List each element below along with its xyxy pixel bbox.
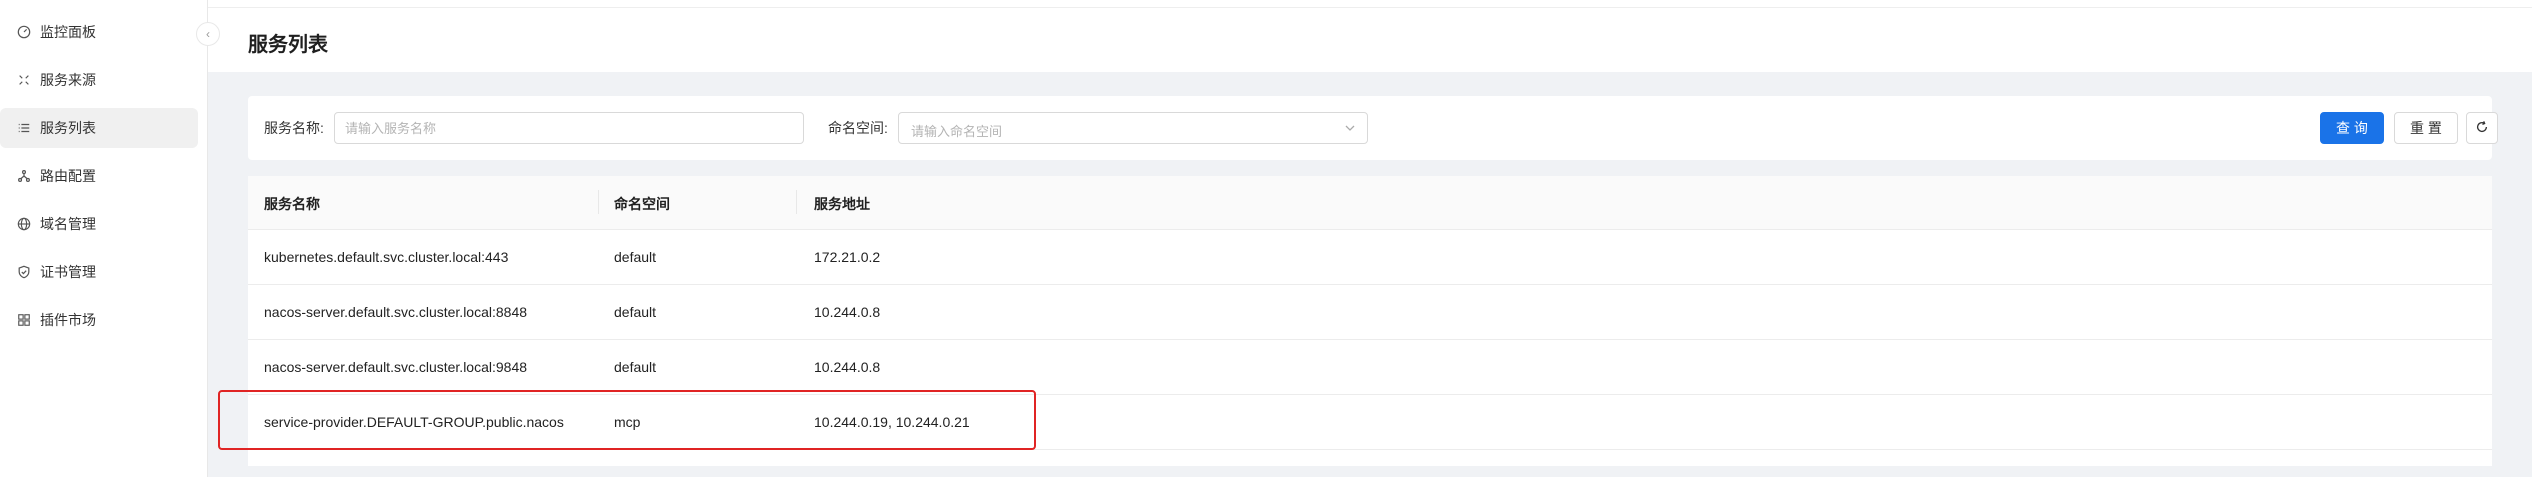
table-header: 服务名称 命名空间 服务地址: [248, 176, 2492, 230]
sidebar-item-service-list[interactable]: 服务列表: [0, 108, 198, 148]
service-name-input[interactable]: [334, 112, 804, 144]
cell-service-address: 10.244.0.19, 10.244.0.21: [814, 414, 970, 430]
column-header-namespace: 命名空间: [614, 196, 670, 212]
page-title: 服务列表: [248, 34, 328, 56]
query-button[interactable]: 查 询: [2320, 112, 2384, 144]
sidebar-item-label: 插件市场: [40, 312, 96, 328]
table-row: nacos-server.default.svc.cluster.local:9…: [248, 340, 2492, 395]
sidebar-item-plugin-market[interactable]: 插件市场: [0, 300, 198, 340]
shield-icon: [16, 264, 32, 280]
cell-namespace: default: [614, 359, 657, 375]
sidebar-item-label: 证书管理: [40, 264, 96, 280]
sidebar-item-label: 域名管理: [40, 216, 96, 232]
sidebar-item-label: 监控面板: [40, 24, 96, 40]
cell-service-name: kubernetes.default.svc.cluster.local:443: [264, 249, 509, 265]
service-table: 服务名称 命名空间 服务地址 kubernetes.default.svc.cl…: [248, 176, 2492, 466]
namespace-label: 命名空间:: [828, 120, 888, 136]
filter-bar: 服务名称: 命名空间: 请输入命名空间 查 询 重 置: [248, 96, 2498, 160]
cell-namespace: default: [614, 304, 657, 320]
column-divider: [796, 190, 797, 214]
cell-service-address: 10.244.0.8: [814, 359, 881, 375]
cell-service-name: service-provider.DEFAULT-GROUP.public.na…: [264, 414, 564, 430]
sidebar-item-label: 服务列表: [40, 120, 96, 136]
list-icon: [16, 120, 32, 136]
namespace-placeholder: 请输入命名空间: [911, 124, 1003, 139]
column-divider: [598, 190, 599, 214]
expand-arrows-icon: [16, 72, 32, 88]
sidebar-item-service-source[interactable]: 服务来源: [0, 60, 198, 100]
globe-icon: [16, 216, 32, 232]
sidebar-item-label: 路由配置: [40, 168, 96, 184]
sidebar: 监控面板 服务来源 服务列表 路由配置 域名管理 证书管理 插件市场: [0, 0, 208, 477]
cell-service-address: 172.21.0.2: [814, 249, 881, 265]
reset-button[interactable]: 重 置: [2394, 112, 2458, 144]
cell-service-name: nacos-server.default.svc.cluster.local:9…: [264, 359, 528, 375]
sidebar-item-certificate-management[interactable]: 证书管理: [0, 252, 198, 292]
top-bar: [208, 0, 2532, 8]
plugin-icon: [16, 312, 32, 328]
route-icon: [16, 168, 32, 184]
cell-service-name: nacos-server.default.svc.cluster.local:8…: [264, 304, 528, 320]
sidebar-item-label: 服务来源: [40, 72, 96, 88]
sidebar-item-domain-management[interactable]: 域名管理: [0, 204, 198, 244]
sidebar-item-monitor-dashboard[interactable]: 监控面板: [0, 12, 198, 52]
namespace-select[interactable]: 请输入命名空间: [898, 112, 1368, 144]
table-row: nacos-server.default.svc.cluster.local:8…: [248, 285, 2492, 340]
sidebar-collapse-button[interactable]: ‹: [196, 22, 220, 46]
page-header: 服务列表: [208, 8, 2532, 72]
refresh-button[interactable]: [2466, 112, 2498, 144]
column-header-service-address: 服务地址: [814, 196, 870, 212]
cell-namespace: mcp: [614, 414, 641, 430]
column-header-service-name: 服务名称: [264, 196, 320, 212]
refresh-icon: [2475, 120, 2489, 137]
cell-namespace: default: [614, 249, 657, 265]
chevron-left-icon: ‹: [206, 27, 210, 41]
service-name-label: 服务名称:: [264, 120, 324, 136]
chevron-down-icon: [1343, 121, 1357, 135]
sidebar-item-route-config[interactable]: 路由配置: [0, 156, 198, 196]
dashboard-icon: [16, 24, 32, 40]
cell-service-address: 10.244.0.8: [814, 304, 881, 320]
table-row: service-provider.DEFAULT-GROUP.public.na…: [248, 395, 2492, 450]
table-row: kubernetes.default.svc.cluster.local:443…: [248, 230, 2492, 285]
